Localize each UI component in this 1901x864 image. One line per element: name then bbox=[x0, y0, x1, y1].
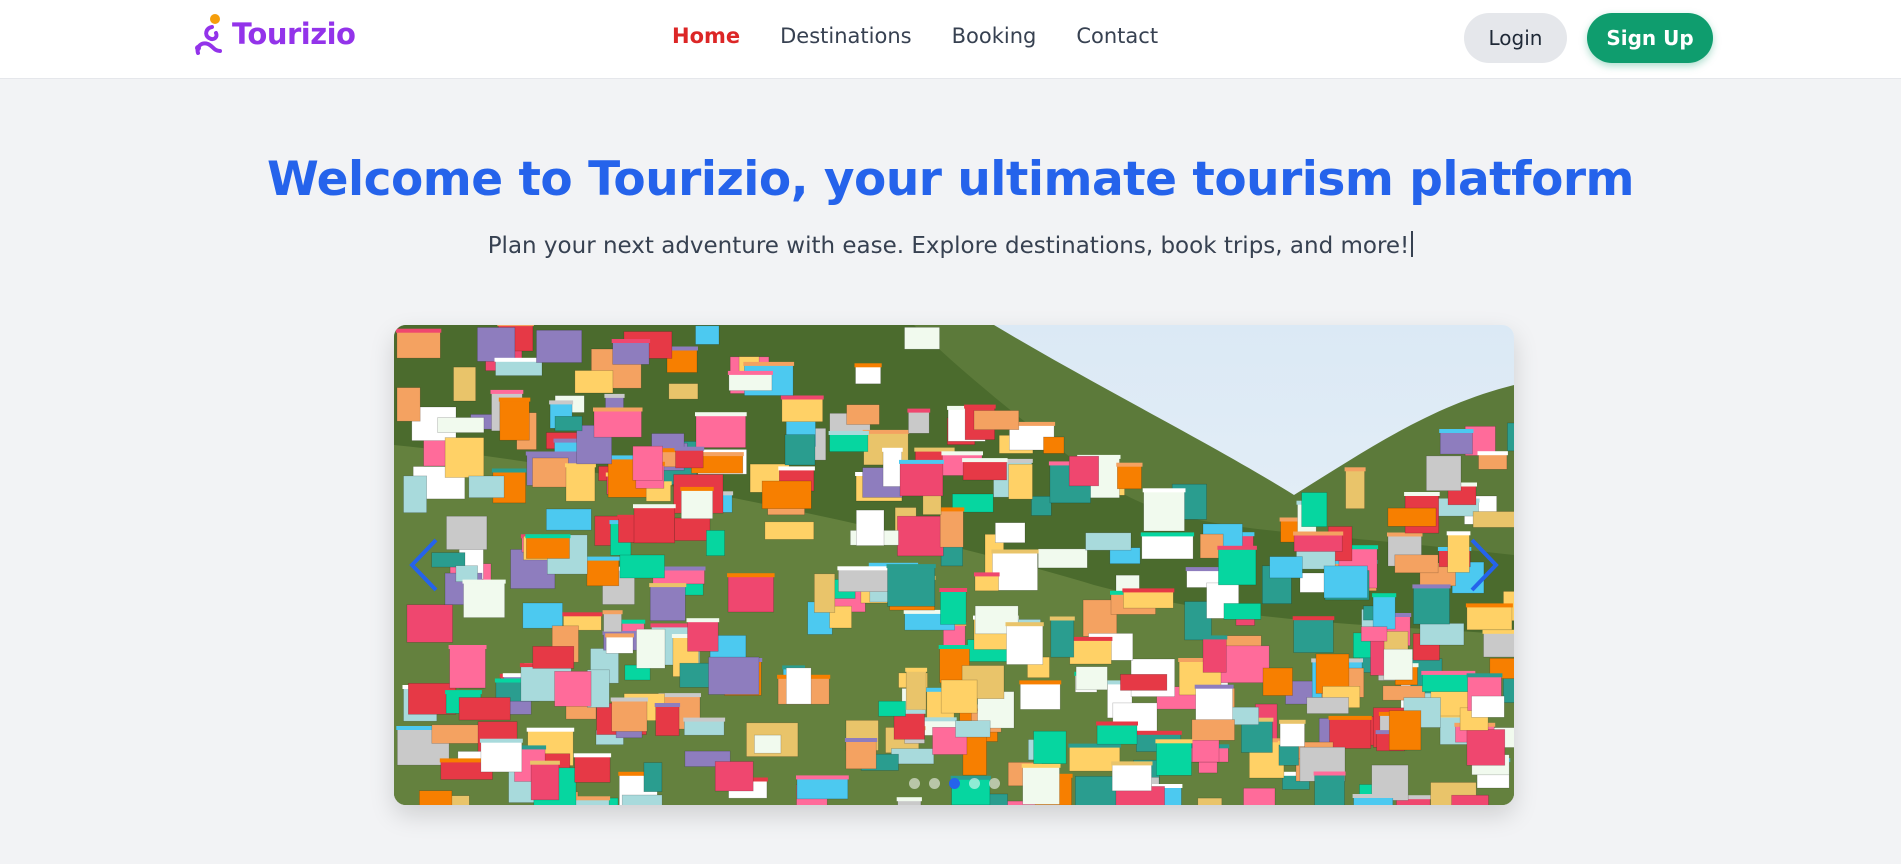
image-carousel[interactable] bbox=[394, 325, 1514, 805]
carousel-slide-image bbox=[394, 325, 1514, 805]
carousel-dot[interactable] bbox=[928, 778, 940, 789]
nav-link-contact[interactable]: Contact bbox=[1076, 24, 1158, 48]
carousel-dot[interactable] bbox=[908, 778, 920, 789]
top-navbar: Tourizio Home Destinations Booking Conta… bbox=[0, 0, 1901, 79]
nav-link-booking[interactable]: Booking bbox=[952, 24, 1037, 48]
signup-button[interactable]: Sign Up bbox=[1587, 13, 1713, 63]
login-button[interactable]: Login bbox=[1464, 13, 1567, 63]
carousel-dot[interactable] bbox=[988, 778, 1000, 789]
brand-logo[interactable]: Tourizio bbox=[192, 13, 356, 55]
nav-link-home[interactable]: Home bbox=[672, 24, 740, 48]
chevron-right-icon[interactable] bbox=[1456, 530, 1506, 600]
carousel-dot[interactable] bbox=[968, 778, 980, 789]
main-nav: Home Destinations Booking Contact bbox=[672, 24, 1158, 48]
nav-link-destinations[interactable]: Destinations bbox=[780, 24, 911, 48]
traveler-icon bbox=[195, 14, 222, 55]
carousel-indicators bbox=[394, 778, 1514, 789]
chevron-left-icon[interactable] bbox=[402, 530, 452, 600]
text-cursor bbox=[1411, 231, 1414, 257]
hero-subtitle-wrap: Plan your next adventure with ease. Expl… bbox=[0, 231, 1901, 259]
hero-title: Welcome to Tourizio, your ultimate touri… bbox=[266, 152, 1635, 207]
hero-subtitle: Plan your next adventure with ease. Expl… bbox=[487, 233, 1410, 259]
carousel-dot[interactable] bbox=[948, 778, 960, 789]
brand-name: Tourizio bbox=[232, 17, 356, 51]
